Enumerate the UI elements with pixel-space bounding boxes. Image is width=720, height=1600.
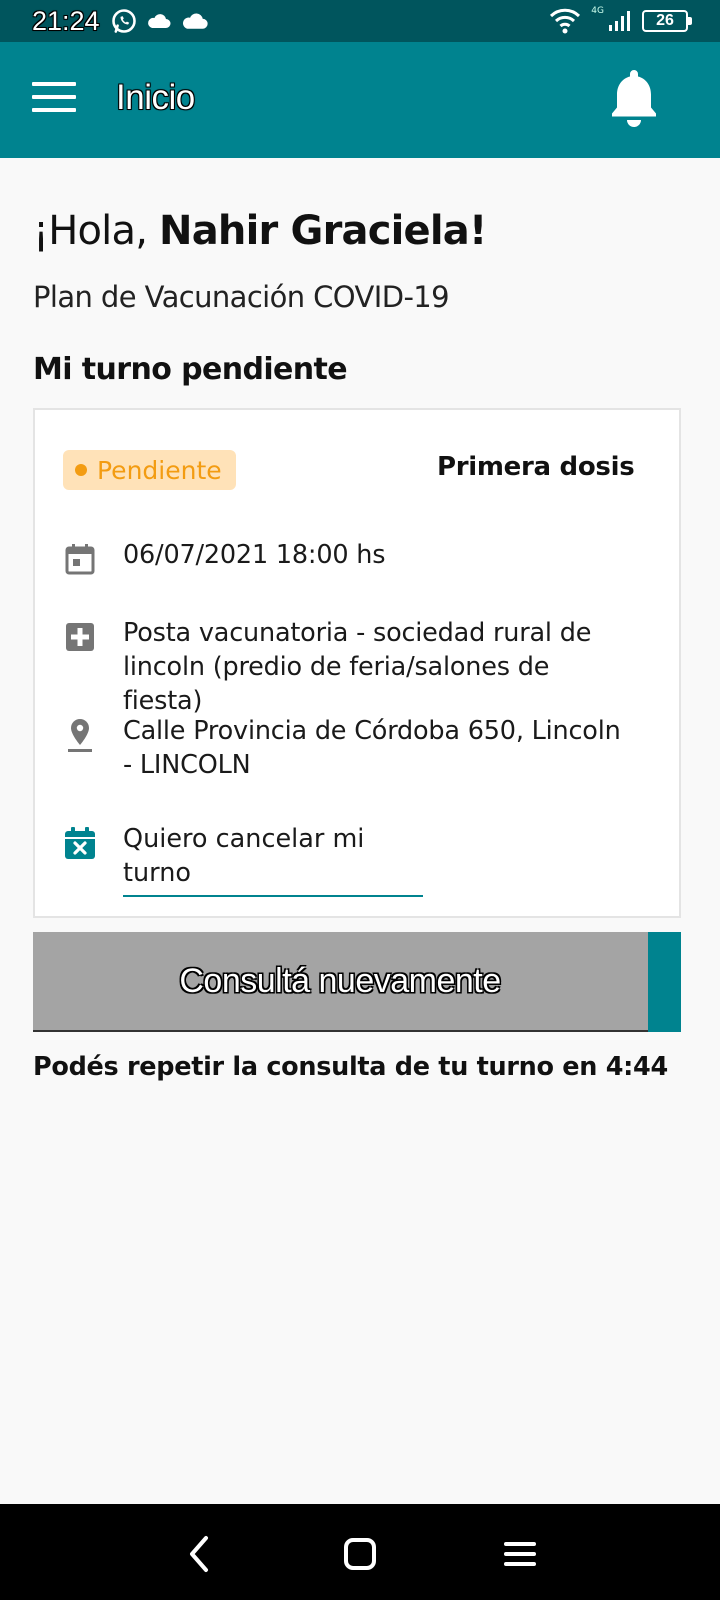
location-pin-icon bbox=[59, 714, 101, 756]
appointment-datetime: 06/07/2021 18:00 hs bbox=[123, 540, 386, 570]
status-left-icons bbox=[110, 7, 210, 35]
battery-level: 26 bbox=[656, 12, 674, 29]
greeting-prefix: ¡Hola, bbox=[33, 208, 160, 254]
calendar-icon bbox=[59, 538, 101, 580]
greeting: ¡Hola, Nahir Graciela! bbox=[33, 208, 487, 254]
battery-icon: 26 bbox=[642, 10, 692, 32]
query-again-button[interactable]: Consultá nuevamente bbox=[33, 932, 681, 1032]
whatsapp-icon bbox=[111, 9, 136, 33]
section-title: Mi turno pendiente bbox=[33, 352, 348, 387]
calendar-cancel-icon[interactable] bbox=[59, 822, 101, 864]
appointment-place: Posta vacunatoria - sociedad rural de li… bbox=[123, 618, 592, 716]
dose-label: Primera dosis bbox=[437, 452, 635, 482]
app-title: Inicio bbox=[116, 78, 195, 117]
cancel-appointment-link[interactable]: Quiero cancelar mi turno bbox=[123, 822, 423, 897]
appointment-date-row: 06/07/2021 18:00 hs bbox=[59, 538, 623, 580]
status-dot bbox=[75, 464, 87, 476]
user-name: Nahir Graciela! bbox=[159, 208, 487, 254]
status-time: 21:24 bbox=[32, 5, 100, 36]
button-progress-accent bbox=[648, 932, 681, 1032]
query-again-button-label: Consultá nuevamente bbox=[179, 961, 501, 1000]
wifi-icon bbox=[550, 8, 581, 34]
bell-icon[interactable] bbox=[606, 66, 662, 130]
cancel-appointment-row[interactable]: Quiero cancelar mi turno bbox=[59, 822, 423, 897]
appointment-card: Pendiente Primera dosis 06/07/2021 18:00… bbox=[33, 408, 681, 918]
retry-countdown-text: Podés repetir la consulta de tu turno en… bbox=[33, 1052, 668, 1082]
appointment-address: Calle Provincia de Córdoba 650, Lincoln … bbox=[123, 716, 621, 780]
system-navigation-bar bbox=[0, 1504, 720, 1600]
status-badge: Pendiente bbox=[63, 450, 236, 490]
page-subtitle: Plan de Vacunación COVID-19 bbox=[33, 280, 450, 314]
status-bar: 21:24 4G 26 bbox=[0, 0, 720, 42]
network-type-label: 4G bbox=[591, 6, 604, 16]
cloud-icon bbox=[182, 13, 208, 29]
medical-cross-icon bbox=[59, 616, 101, 658]
appointment-place-row: Posta vacunatoria - sociedad rural de li… bbox=[59, 616, 623, 718]
signal-icon bbox=[609, 11, 630, 31]
appointment-address-row: Calle Provincia de Córdoba 650, Lincoln … bbox=[59, 714, 623, 782]
cloud-icon bbox=[147, 14, 171, 28]
hamburger-menu-icon[interactable] bbox=[32, 82, 76, 116]
back-icon[interactable] bbox=[178, 1532, 222, 1576]
status-badge-label: Pendiente bbox=[97, 455, 222, 485]
recent-apps-icon[interactable] bbox=[498, 1532, 542, 1576]
status-right-icons: 4G 26 bbox=[549, 6, 692, 35]
app-bar: Inicio bbox=[0, 42, 720, 158]
home-icon[interactable] bbox=[338, 1532, 382, 1576]
